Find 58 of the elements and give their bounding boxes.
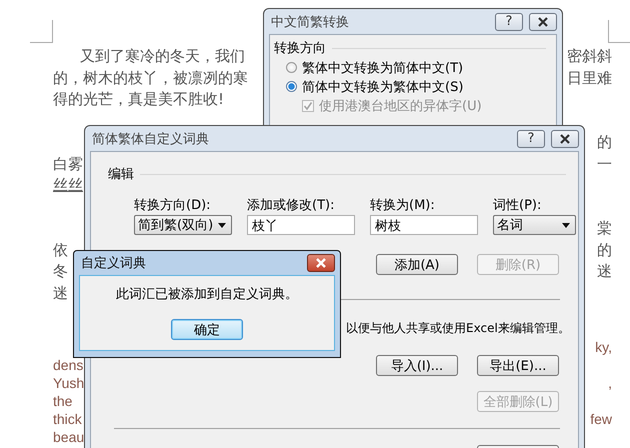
- document-text: ky,: [595, 339, 612, 355]
- close-icon: [559, 134, 571, 144]
- document-text: dens: [53, 357, 84, 373]
- caret-icon: [218, 222, 226, 228]
- window-title: 简体繁体自定义词典: [91, 130, 210, 148]
- document-text: 迷: [597, 262, 612, 282]
- close-button[interactable]: [307, 254, 335, 272]
- margin-corner-mark: [608, 20, 630, 43]
- document-text: the: [53, 393, 72, 409]
- close-icon: [315, 258, 327, 268]
- document-text: 棠: [597, 219, 612, 238]
- input-field[interactable]: 树枝: [370, 215, 478, 235]
- message-text: 此词汇已被添加到自定义词典。: [116, 286, 298, 303]
- radio-button[interactable]: [286, 62, 297, 73]
- radio-option[interactable]: 简体中文转换为繁体中文(S): [274, 77, 546, 96]
- ok-button[interactable]: 确定: [171, 319, 243, 340]
- document-text: beau: [53, 429, 84, 445]
- help-button[interactable]: ?: [517, 130, 545, 148]
- dialog-button[interactable]: 导出(E)...: [477, 355, 559, 376]
- field-label: 转换为(M):: [370, 197, 436, 212]
- document-text: 密斜斜: [567, 47, 612, 66]
- document-text: 迷: [53, 284, 68, 303]
- dropdown[interactable]: 名词: [493, 215, 576, 235]
- dropdown[interactable]: 简到繁(双向): [134, 215, 232, 235]
- caret-icon: [562, 222, 570, 228]
- input-field[interactable]: 枝丫: [247, 215, 355, 235]
- group-label: 编辑: [108, 166, 134, 183]
- field-label: 转换方向(D):: [134, 197, 212, 212]
- document-text: 的，树木的枝丫，被凛冽的寒: [53, 68, 248, 88]
- info-text: 以便与他人共享或使用Excel来编辑管理。: [346, 320, 570, 337]
- window-title: 中文简繁转换: [270, 14, 350, 30]
- close-button[interactable]: [529, 12, 557, 30]
- document-text: 冬: [53, 262, 68, 282]
- radio-button[interactable]: [286, 81, 297, 92]
- radio-option[interactable]: 繁体中文转换为简体中文(T): [274, 58, 546, 77]
- dialog-button[interactable]: 导入(I)...: [376, 355, 458, 376]
- document-text: 又到了寒冷的冬天，我们: [79, 47, 245, 66]
- document-text: Yush: [53, 375, 84, 391]
- margin-corner-mark: [30, 20, 53, 43]
- field-label: 词性(P):: [493, 197, 542, 212]
- dialog-button[interactable]: 添加(A): [376, 254, 458, 275]
- document-text: 的: [597, 240, 612, 260]
- document-text: ,: [608, 375, 612, 391]
- document-text: 得的光芒，真是美不胜收!: [53, 90, 224, 110]
- help-button[interactable]: ?: [495, 12, 523, 30]
- document-text: 依: [53, 240, 68, 260]
- document-text: 丝丝: [53, 176, 83, 196]
- document-text: 日里难: [567, 68, 612, 88]
- document-text: thick: [53, 411, 82, 427]
- close-icon: [537, 16, 549, 26]
- close-button[interactable]: [551, 130, 579, 148]
- group-label: 转换方向: [274, 40, 326, 57]
- document-text: 的: [597, 133, 612, 152]
- field-label: 添加或修改(T):: [247, 197, 336, 212]
- document-text: 一: [597, 154, 612, 174]
- window-title: 自定义词典: [80, 255, 147, 272]
- document-text: few: [590, 411, 612, 427]
- document-text: 白雾: [53, 154, 83, 174]
